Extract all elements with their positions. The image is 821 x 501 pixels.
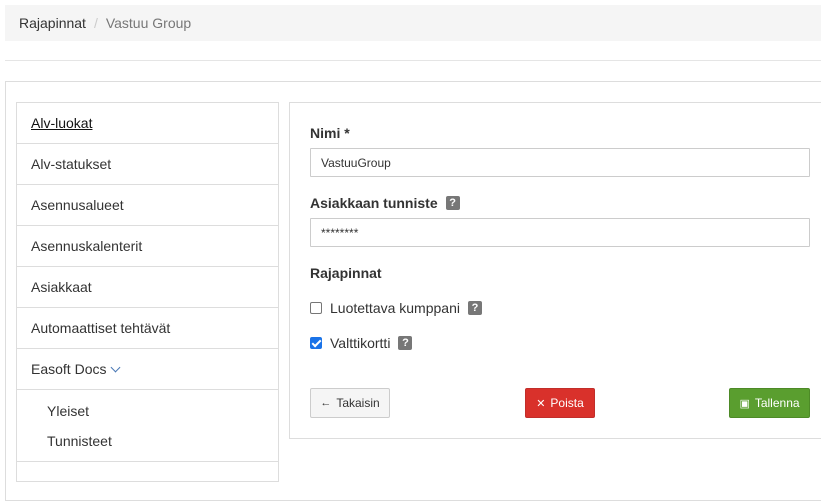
- menu-item-easoft-docs[interactable]: Easoft Docs: [17, 349, 278, 390]
- valttikortti-checkbox[interactable]: [310, 337, 322, 349]
- breadcrumb-rajapinnat[interactable]: Rajapinnat: [19, 15, 86, 31]
- valttikortti-label[interactable]: Valttikortti: [330, 335, 390, 351]
- menu-item-asiakkaat[interactable]: Asiakkaat: [17, 267, 278, 308]
- trusted-partner-label[interactable]: Luotettava kumppani: [330, 300, 460, 316]
- divider: [5, 60, 821, 61]
- chevron-down-icon: [111, 362, 121, 372]
- settings-menu: Alv-luokat Alv-statukset Asennusalueet A…: [16, 102, 279, 482]
- menu-item-alv-luokat[interactable]: Alv-luokat: [17, 103, 278, 144]
- help-icon[interactable]: ?: [467, 301, 482, 315]
- menu-item-asennusalueet[interactable]: Asennusalueet: [17, 185, 278, 226]
- trusted-partner-checkbox[interactable]: [310, 302, 322, 314]
- customer-id-input[interactable]: ********: [310, 218, 810, 247]
- breadcrumb: Rajapinnat / Vastuu Group: [5, 5, 821, 41]
- close-icon: ✕: [536, 397, 546, 410]
- submenu-item-tunnisteet[interactable]: Tunnisteet: [17, 426, 278, 456]
- name-label: Nimi *: [310, 125, 350, 141]
- menu-item-automaattiset-tehtavat[interactable]: Automaattiset tehtävät: [17, 308, 278, 349]
- customer-id-label: Asiakkaan tunniste ?: [310, 195, 460, 211]
- valttikortti-row: Valttikortti ?: [310, 335, 413, 351]
- back-button[interactable]: ← Takaisin: [310, 388, 390, 418]
- floppy-disk-icon: ▣: [739, 397, 750, 410]
- help-icon[interactable]: ?: [445, 196, 460, 210]
- help-icon[interactable]: ?: [398, 336, 413, 350]
- arrow-left-icon: ←: [320, 397, 332, 409]
- menu-item-asennuskalenterit[interactable]: Asennuskalenterit: [17, 226, 278, 267]
- interfaces-label: Rajapinnat: [310, 265, 382, 281]
- submenu-item-yleiset[interactable]: Yleiset: [17, 396, 278, 426]
- breadcrumb-current: Vastuu Group: [105, 15, 192, 31]
- name-input[interactable]: VastuuGroup: [310, 148, 810, 177]
- delete-button[interactable]: ✕ Poista: [525, 388, 595, 418]
- menu-item-alv-statukset[interactable]: Alv-statukset: [17, 144, 278, 185]
- trusted-partner-row: Luotettava kumppani ?: [310, 300, 482, 316]
- breadcrumb-separator: /: [93, 15, 98, 31]
- save-button[interactable]: ▣ Tallenna: [729, 388, 810, 418]
- submenu-easoft-docs: Yleiset Tunnisteet: [17, 390, 278, 462]
